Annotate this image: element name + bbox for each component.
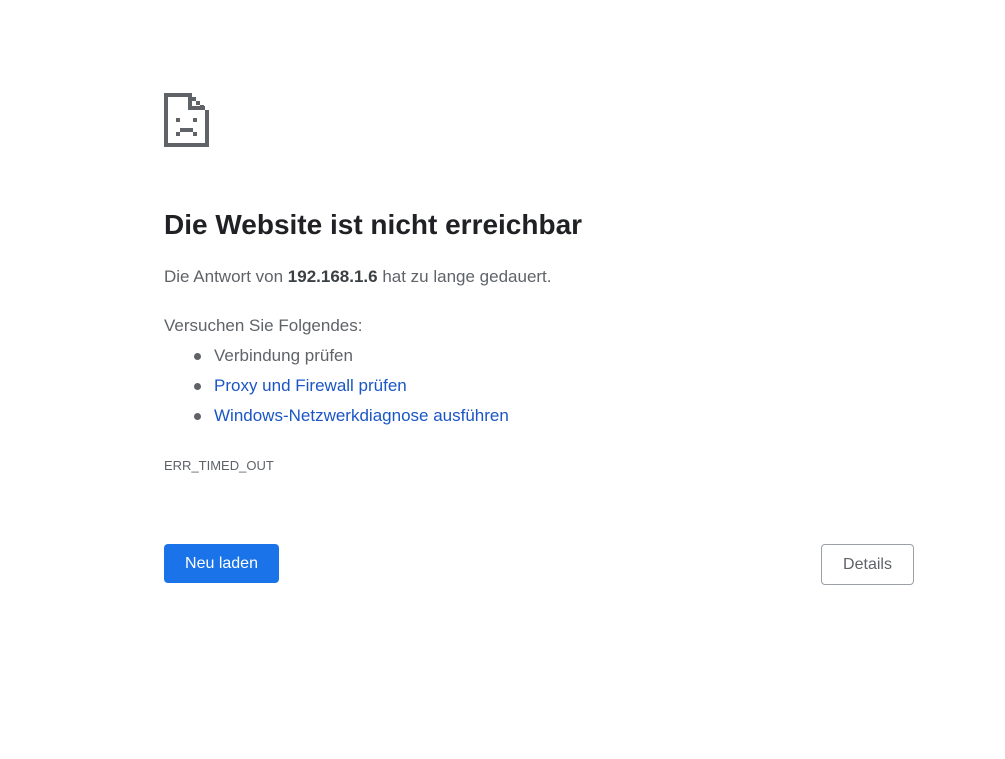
list-item: Windows-Netzwerkdiagnose ausführen [164, 404, 509, 434]
bullet-icon [194, 383, 201, 390]
list-item: Verbindung prüfen [164, 344, 509, 374]
bullet-icon [194, 353, 201, 360]
link-run-network-diagnostics[interactable]: Windows-Netzwerkdiagnose ausführen [214, 406, 509, 425]
summary-prefix: Die Antwort von [164, 267, 288, 286]
link-check-proxy-firewall[interactable]: Proxy und Firewall prüfen [214, 376, 407, 395]
sad-page-icon [164, 93, 209, 147]
suggestion-check-connection: Verbindung prüfen [214, 346, 353, 365]
page-title: Die Website ist nicht erreichbar [164, 209, 583, 240]
suggestions-heading: Versuchen Sie Folgendes: [164, 316, 363, 335]
details-button[interactable]: Details [821, 544, 914, 585]
error-summary: Die Antwort von 192.168.1.6 hat zu lange… [164, 265, 552, 289]
bullet-icon [194, 413, 201, 420]
summary-suffix: hat zu lange gedauert. [377, 267, 552, 286]
host-address: 192.168.1.6 [287, 267, 378, 286]
suggestions-list: Verbindung prüfen Proxy und Firewall prü… [164, 344, 509, 434]
error-code: ERR_TIMED_OUT [164, 458, 274, 473]
list-item: Proxy und Firewall prüfen [164, 374, 509, 404]
reload-button[interactable]: Neu laden [164, 544, 279, 583]
